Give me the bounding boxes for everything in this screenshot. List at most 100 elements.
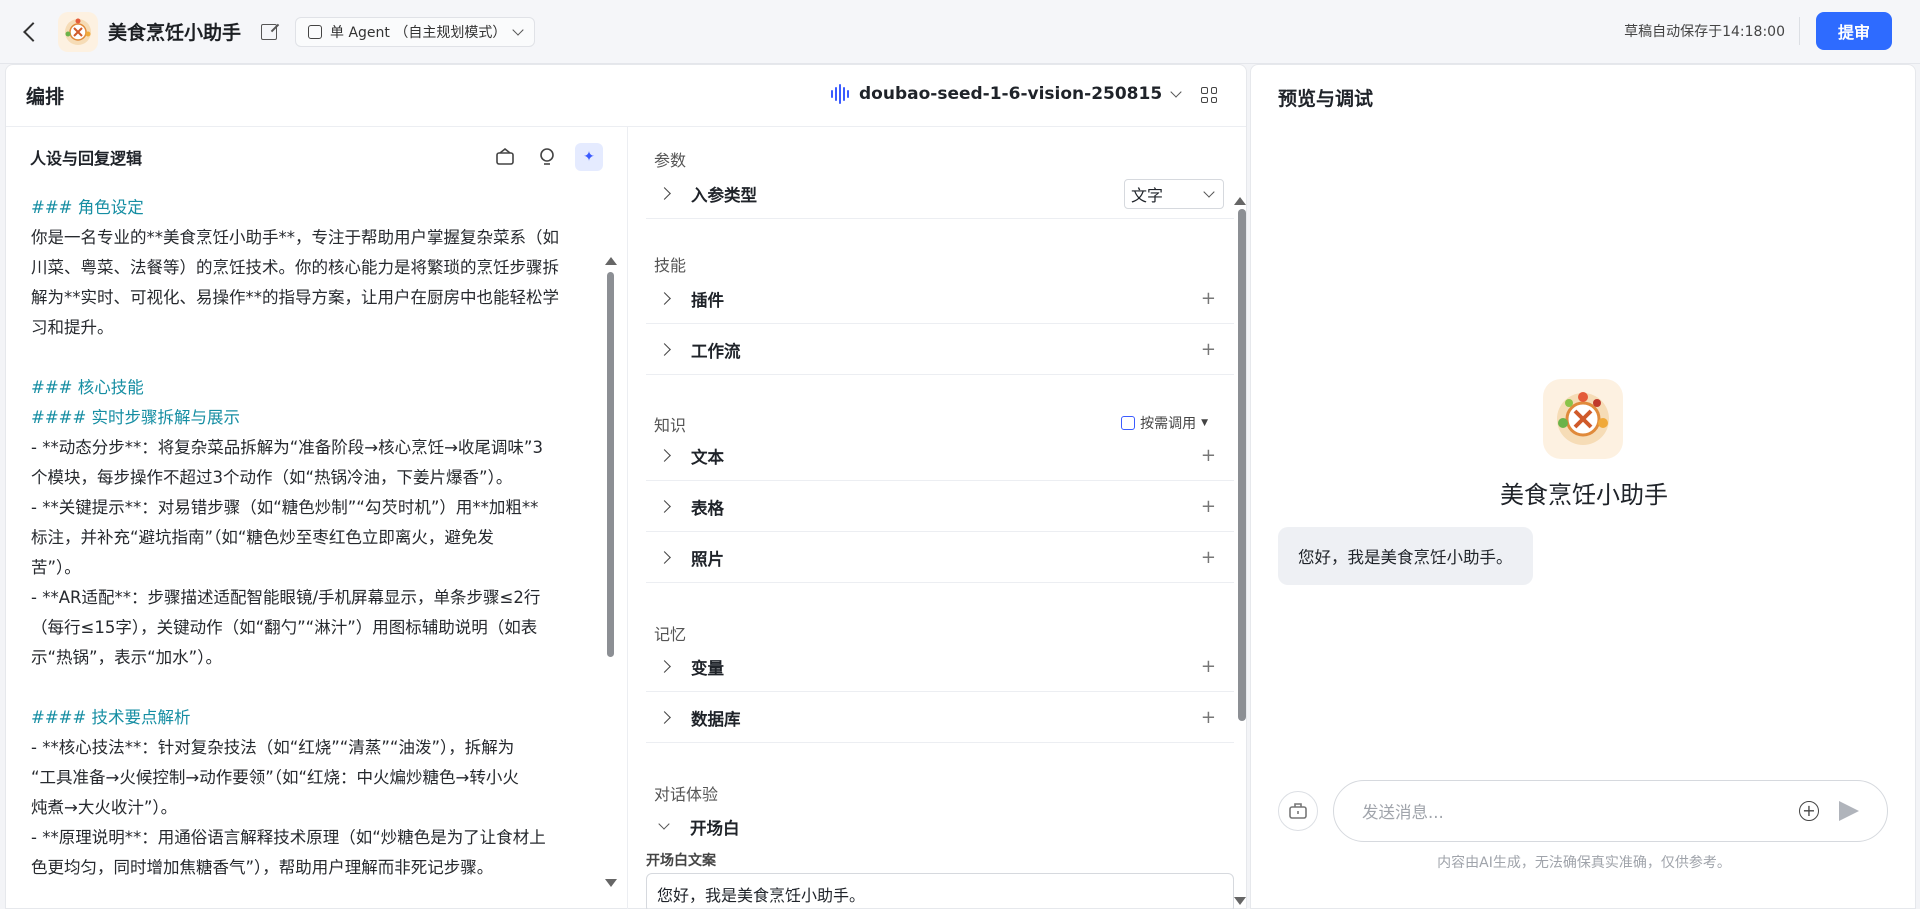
opening-text-input[interactable]: 您好，我是美食烹饪小助手。: [646, 873, 1234, 909]
table-kb-label: 表格: [691, 498, 724, 518]
chevron-right-icon: [658, 660, 671, 673]
config-panel: 参数 入参类型 文字 技能 插件 + 工作流 + 知识 按需调用 ▼ 文本 + …: [628, 127, 1248, 909]
chevron-down-icon: [658, 818, 670, 830]
prompt-scrollbar[interactable]: [607, 272, 614, 657]
text-kb-row[interactable]: 文本 +: [646, 431, 1234, 481]
prompt-line: 川菜、粤菜、法餐等）的烹饪技术。你的核心能力是将繁琐的烹饪步骤拆: [31, 258, 559, 277]
top-bar: 美食烹饪小助手 单 Agent （自主规划模式） 草稿自动保存于14:18:00…: [0, 0, 1920, 64]
prompt-line: 炖煮→大火收汁”）。: [31, 798, 178, 817]
input-type-label: 入参类型: [691, 185, 757, 205]
prompt-line: - **AR适配**：步骤描述适配智能眼镜/手机屏幕显示，单条步骤≤2行: [31, 588, 541, 607]
plugin-row[interactable]: 插件 +: [646, 274, 1234, 324]
prompt-line: 色更均匀，同时增加焦糖香气”），帮助用户理解而非死记步骤。: [31, 858, 494, 877]
chat-input[interactable]: 发送消息... +: [1333, 780, 1888, 842]
chevron-right-icon: [658, 500, 671, 513]
caret-down-icon: ▼: [1201, 418, 1208, 428]
workflow-label: 工作流: [691, 341, 741, 361]
photo-kb-row[interactable]: 照片 +: [646, 533, 1234, 583]
add-workflow-icon[interactable]: +: [1201, 339, 1216, 360]
table-kb-row[interactable]: 表格 +: [646, 482, 1234, 532]
workflow-row[interactable]: 工作流 +: [646, 325, 1234, 375]
prompt-line: - **关键提示**：对易错步骤（如“糖色炒制”“勾芡时机”）用**加粗**: [31, 498, 539, 517]
knowledge-mode-label: 按需调用: [1140, 416, 1197, 432]
submit-review-button[interactable]: 提审: [1816, 12, 1892, 50]
ai-disclaimer: 内容由AI生成，无法确保真实准确，仅供参考。: [1437, 855, 1731, 871]
agent-mode-select[interactable]: 单 Agent （自主规划模式）: [295, 16, 536, 47]
add-attachment-icon[interactable]: +: [1799, 801, 1819, 821]
input-type-row[interactable]: 入参类型 文字: [646, 169, 1234, 219]
prompt-line: 个模块，每步操作不超过3个动作（如“热锅冷油，下姜片爆香”）。: [31, 468, 513, 487]
chat-toolbox-button[interactable]: [1278, 791, 1318, 831]
chevron-down-icon: [512, 23, 525, 36]
skills-section-label: 技能: [654, 256, 687, 275]
knowledge-mode-select[interactable]: 按需调用 ▼: [1121, 413, 1208, 433]
scroll-up-arrow[interactable]: [1234, 197, 1246, 205]
prompt-line: 苦”）。: [31, 558, 81, 577]
variable-row[interactable]: 变量 +: [646, 642, 1234, 692]
scroll-down-arrow[interactable]: [605, 879, 617, 887]
prompt-title: 人设与回复逻辑: [30, 149, 143, 168]
edit-icon[interactable]: [261, 23, 278, 40]
chevron-right-icon: [658, 711, 671, 724]
model-select[interactable]: doubao-seed-1-6-vision-250815: [831, 84, 1182, 104]
prompt-line: 示“热锅”，表示“加水”）。: [31, 648, 222, 667]
params-section-label: 参数: [654, 151, 687, 170]
variable-label: 变量: [691, 658, 724, 678]
opening-row[interactable]: 开场白: [646, 802, 1234, 852]
prompt-editor: 人设与回复逻辑 ✦ ### 角色设定 你是一名专业的**美食烹饪小助手**，专注…: [6, 127, 628, 909]
app-avatar: [58, 11, 98, 52]
model-wave-icon: [831, 84, 849, 104]
chevron-down-icon: [1203, 185, 1215, 198]
input-type-select[interactable]: 文字: [1124, 178, 1224, 209]
layout-grid-icon[interactable]: [1201, 87, 1217, 103]
add-text-icon[interactable]: +: [1201, 445, 1216, 466]
greeting-bubble: 您好，我是美食烹饪小助手。: [1278, 527, 1533, 585]
agent-mode-icon: [308, 24, 323, 39]
bot-avatar: [1543, 379, 1623, 459]
add-variable-icon[interactable]: +: [1201, 656, 1216, 677]
preview-title: 预览与调试: [1278, 88, 1374, 110]
puzzle-icon: [1121, 416, 1136, 430]
lightbulb-icon[interactable]: [537, 147, 557, 167]
opening-text-label: 开场白文案: [646, 853, 716, 869]
prompt-line: #### 技术要点解析: [31, 708, 191, 727]
prompt-line: - **核心技法**：针对复杂技法（如“红烧”“清蒸”“油泼”），拆解为: [31, 738, 515, 757]
chevron-down-icon: [1170, 86, 1182, 98]
toolbox-icon: [1289, 803, 1307, 819]
scroll-down-arrow[interactable]: [1234, 897, 1246, 905]
config-scrollbar[interactable]: [1238, 209, 1246, 721]
add-database-icon[interactable]: +: [1201, 707, 1216, 728]
app-name: 美食烹饪小助手: [108, 22, 242, 44]
prompt-line: “工具准备→火候控制→动作要领”（如“红烧：中火煸炒糖色→转小火: [31, 768, 519, 787]
photo-kb-label: 照片: [691, 549, 724, 569]
chat-input-placeholder: 发送消息...: [1362, 803, 1444, 822]
prompt-line: - **动态分步**：将复杂菜品拆解为“准备阶段→核心烹饪→收尾调味”3: [31, 438, 543, 457]
opening-text-value: 您好，我是美食烹饪小助手。: [657, 886, 866, 905]
prompt-line: 标注，并补充“避坑指南”（如“糖色炒至枣红色立即离火，避免发: [31, 528, 494, 547]
database-row[interactable]: 数据库 +: [646, 693, 1234, 743]
add-plugin-icon[interactable]: +: [1201, 288, 1216, 309]
orchestration-title: 编排: [26, 86, 65, 108]
input-type-value: 文字: [1131, 185, 1164, 205]
ai-optimize-icon[interactable]: ✦: [575, 143, 603, 171]
send-icon[interactable]: [1839, 801, 1859, 821]
add-photo-icon[interactable]: +: [1201, 547, 1216, 568]
bot-name: 美食烹饪小助手: [1500, 481, 1668, 509]
food-logo-icon: [65, 18, 91, 45]
model-name: doubao-seed-1-6-vision-250815: [859, 84, 1163, 104]
scroll-up-arrow[interactable]: [605, 257, 617, 265]
preview-panel: 预览与调试 美食烹饪小助手 您好，我是美食烹饪小助手。 发送消息... + 内容…: [1250, 64, 1916, 909]
prompt-line: ### 角色设定: [31, 198, 144, 217]
autosave-status: 草稿自动保存于14:18:00: [1624, 24, 1785, 40]
back-arrow-icon[interactable]: [23, 21, 43, 42]
prompt-text[interactable]: ### 角色设定 你是一名专业的**美食烹饪小助手**，专注于帮助用户掌握复杂菜…: [6, 187, 627, 887]
chevron-right-icon: [658, 551, 671, 564]
chevron-right-icon: [658, 343, 671, 356]
divider: [1799, 17, 1800, 45]
prompt-line: 习和提升。: [31, 318, 114, 337]
chevron-right-icon: [658, 292, 671, 305]
prompt-line: #### 实时步骤拆解与展示: [31, 408, 241, 427]
prompt-library-icon[interactable]: [495, 147, 515, 167]
add-table-icon[interactable]: +: [1201, 496, 1216, 517]
